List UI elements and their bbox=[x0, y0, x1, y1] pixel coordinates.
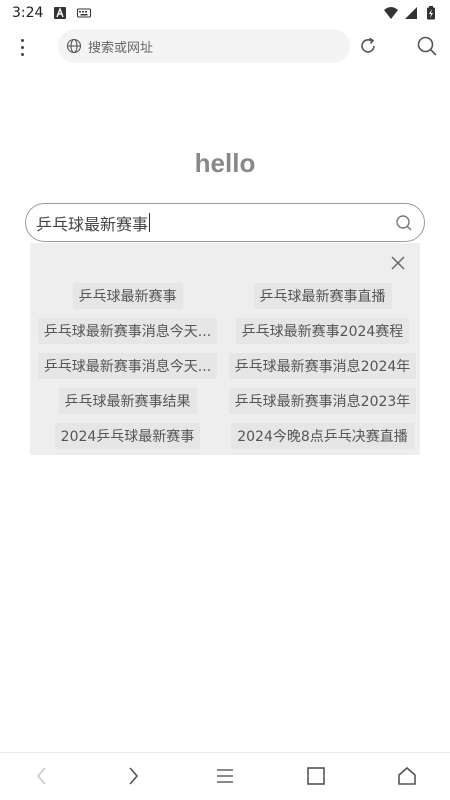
forward-icon[interactable] bbox=[122, 765, 144, 787]
browser-toolbar: 搜索或网址 bbox=[0, 26, 450, 66]
search-icon[interactable] bbox=[416, 35, 438, 57]
suggestion-item[interactable]: 乒乓球最新赛事消息2023年 bbox=[225, 383, 420, 418]
status-bar: 3:24 bbox=[0, 0, 450, 26]
suggestion-label: 乒乓球最新赛事消息2023年 bbox=[228, 387, 417, 414]
suggestion-label: 乒乓球最新赛事 bbox=[72, 282, 183, 309]
back-icon[interactable] bbox=[31, 765, 53, 787]
suggestion-item[interactable]: 乒乓球最新赛事 bbox=[30, 278, 225, 313]
suggestion-label: 乒乓球最新赛事消息2024年 bbox=[228, 352, 417, 379]
suggestion-label: 乒乓球最新赛事消息今天... bbox=[37, 317, 218, 344]
search-submit-icon[interactable] bbox=[394, 213, 414, 233]
text-cursor bbox=[149, 213, 151, 232]
url-input[interactable]: 搜索或网址 bbox=[58, 29, 350, 63]
suggestion-item[interactable]: 乒乓球最新赛事2024赛程 bbox=[225, 313, 420, 348]
suggestion-label: 乒乓球最新赛事消息今天... bbox=[37, 352, 218, 379]
url-placeholder: 搜索或网址 bbox=[88, 40, 154, 56]
suggestion-item[interactable]: 2024乒乓球最新赛事 bbox=[30, 418, 225, 453]
wifi-icon bbox=[384, 7, 398, 19]
battery-charging-icon bbox=[427, 6, 435, 20]
signal-icon bbox=[405, 7, 417, 19]
suggestion-item[interactable]: 乒乓球最新赛事消息今天... bbox=[30, 348, 225, 383]
globe-icon bbox=[66, 38, 82, 54]
suggestion-item[interactable]: 乒乓球最新赛事直播 bbox=[225, 278, 420, 313]
suggestion-item[interactable]: 乒乓球最新赛事消息2024年 bbox=[225, 348, 420, 383]
suggestion-list: 乒乓球最新赛事 乒乓球最新赛事直播 乒乓球最新赛事消息今天... 乒乓球最新赛事… bbox=[30, 278, 420, 453]
search-input-value: 乒乓球最新赛事 bbox=[36, 214, 149, 234]
suggestion-label: 乒乓球最新赛事直播 bbox=[253, 282, 392, 309]
bottom-nav bbox=[0, 752, 450, 800]
close-icon[interactable] bbox=[390, 255, 406, 271]
suggestion-label: 乒乓球最新赛事2024赛程 bbox=[235, 317, 410, 344]
reload-icon[interactable] bbox=[357, 35, 379, 57]
suggestion-label: 2024乒乓球最新赛事 bbox=[54, 422, 201, 449]
menu-icon[interactable] bbox=[214, 765, 236, 787]
status-time: 3:24 bbox=[12, 5, 44, 21]
suggestion-item[interactable]: 乒乓球最新赛事结果 bbox=[30, 383, 225, 418]
suggestion-panel: 乒乓球最新赛事 乒乓球最新赛事直播 乒乓球最新赛事消息今天... 乒乓球最新赛事… bbox=[30, 243, 420, 455]
notification-a-icon bbox=[54, 7, 67, 19]
suggestion-item[interactable]: 2024今晚8点乒乓决赛直播 bbox=[225, 418, 420, 453]
keyboard-icon bbox=[77, 8, 92, 18]
page-title: hello bbox=[194, 148, 256, 178]
home-icon[interactable] bbox=[396, 765, 418, 787]
browser-screen: 3:24 搜索或网址 hello 乒乓球最新赛事 乒乓球最新赛事 乒乓球最新赛事… bbox=[0, 0, 450, 800]
more-vertical-icon[interactable] bbox=[12, 34, 32, 60]
suggestion-item[interactable]: 乒乓球最新赛事消息今天... bbox=[30, 313, 225, 348]
search-input[interactable]: 乒乓球最新赛事 bbox=[25, 203, 425, 242]
suggestion-label: 乒乓球最新赛事结果 bbox=[58, 387, 197, 414]
suggestion-label: 2024今晚8点乒乓决赛直播 bbox=[231, 422, 414, 449]
tabs-icon[interactable] bbox=[305, 765, 327, 787]
